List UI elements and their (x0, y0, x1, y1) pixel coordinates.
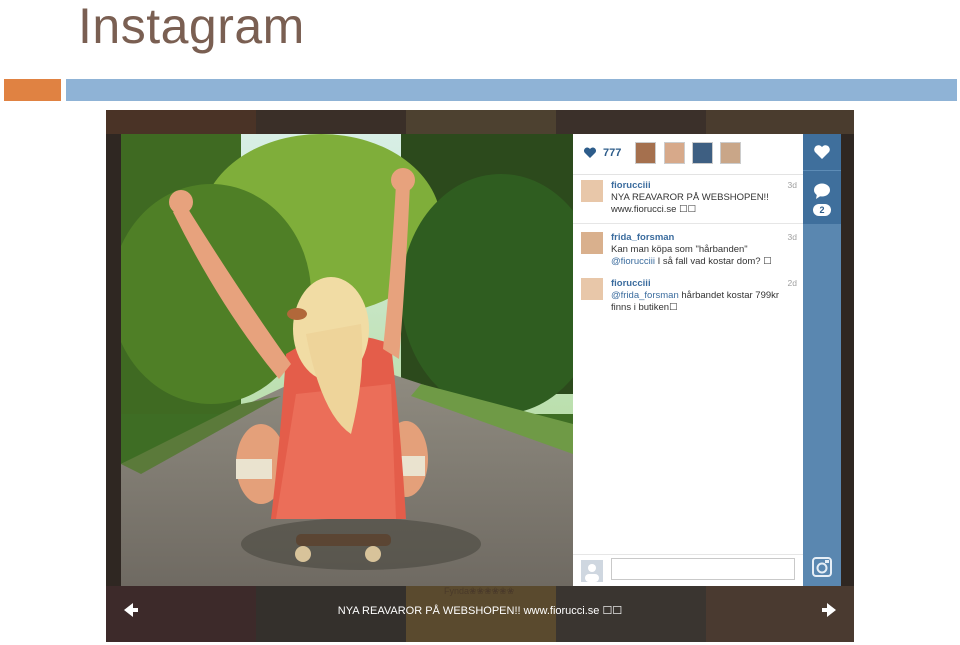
comment-avatar[interactable] (581, 180, 603, 202)
comment-compose-bar (573, 554, 803, 587)
arrow-right-icon[interactable] (820, 600, 840, 625)
comments-panel: 777 fiorucciii 3d NYA REAVAROR PÅ WEBSHO… (573, 134, 803, 586)
background-text: Fynda❀❀❀❀❀❀ (444, 586, 515, 596)
comment-text: Kan man köpa som "hårbanden" @fiorucciii … (611, 244, 796, 268)
instagram-camera-icon[interactable] (811, 556, 833, 583)
liker-avatar[interactable] (664, 142, 685, 164)
comment-mention[interactable]: @frida_forsman (611, 290, 679, 301)
comment-username[interactable]: fiorucciii (611, 180, 651, 191)
photo-illustration (121, 134, 573, 586)
sidebar-separator (803, 170, 841, 171)
comment-item: fiorucciii 3d NYA REAVAROR PÅ WEBSHOPEN!… (573, 178, 803, 224)
likes-count[interactable]: 777 (603, 147, 621, 159)
likes-bar: 777 (573, 134, 803, 175)
comment-time: 3d (787, 232, 797, 242)
liker-avatar[interactable] (692, 142, 713, 164)
comment-input[interactable] (611, 558, 795, 580)
instagram-viewer: 777 fiorucciii 3d NYA REAVAROR PÅ WEBSHO… (106, 110, 854, 642)
comment-text: NYA REAVAROR PÅ WEBSHOPEN!! www.fiorucci… (611, 192, 769, 215)
slide-title: Instagram (78, 0, 305, 54)
comment-username[interactable]: fiorucciii (611, 278, 651, 289)
comment-item: frida_forsman 3d Kan man köpa som "hårba… (573, 230, 803, 276)
comment-count-badge: 2 (813, 204, 831, 216)
comment-text: @frida_forsman hårbandet kostar 799kr fi… (611, 290, 796, 314)
comment-text-part: I så fall vad kostar dom? ☐ (654, 256, 772, 267)
action-sidebar: 2 (803, 134, 841, 586)
comment-avatar[interactable] (581, 232, 603, 254)
comment-time: 2d (787, 278, 797, 288)
accent-bar-orange (4, 79, 61, 101)
heart-icon[interactable] (583, 146, 597, 164)
accent-bar-blue (66, 79, 957, 101)
comment-username[interactable]: frida_forsman (611, 232, 674, 243)
liker-avatar[interactable] (720, 142, 741, 164)
user-avatar (581, 560, 603, 582)
comment-text-part: Kan man köpa som "hårbanden" (611, 244, 748, 255)
comment-divider (573, 223, 803, 224)
comment-avatar[interactable] (581, 278, 603, 300)
liker-avatar[interactable] (635, 142, 656, 164)
heart-icon[interactable] (813, 144, 831, 165)
comment-mention[interactable]: @fiorucciii (611, 256, 655, 267)
photo-caption: NYA REAVAROR PÅ WEBSHOPEN!! www.fiorucci… (337, 605, 623, 617)
comment-time: 3d (787, 180, 797, 190)
speech-bubble-icon[interactable] (813, 182, 831, 205)
comment-item: fiorucciii 2d @frida_forsman hårbandet k… (573, 276, 803, 322)
post-photo[interactable] (121, 134, 573, 586)
